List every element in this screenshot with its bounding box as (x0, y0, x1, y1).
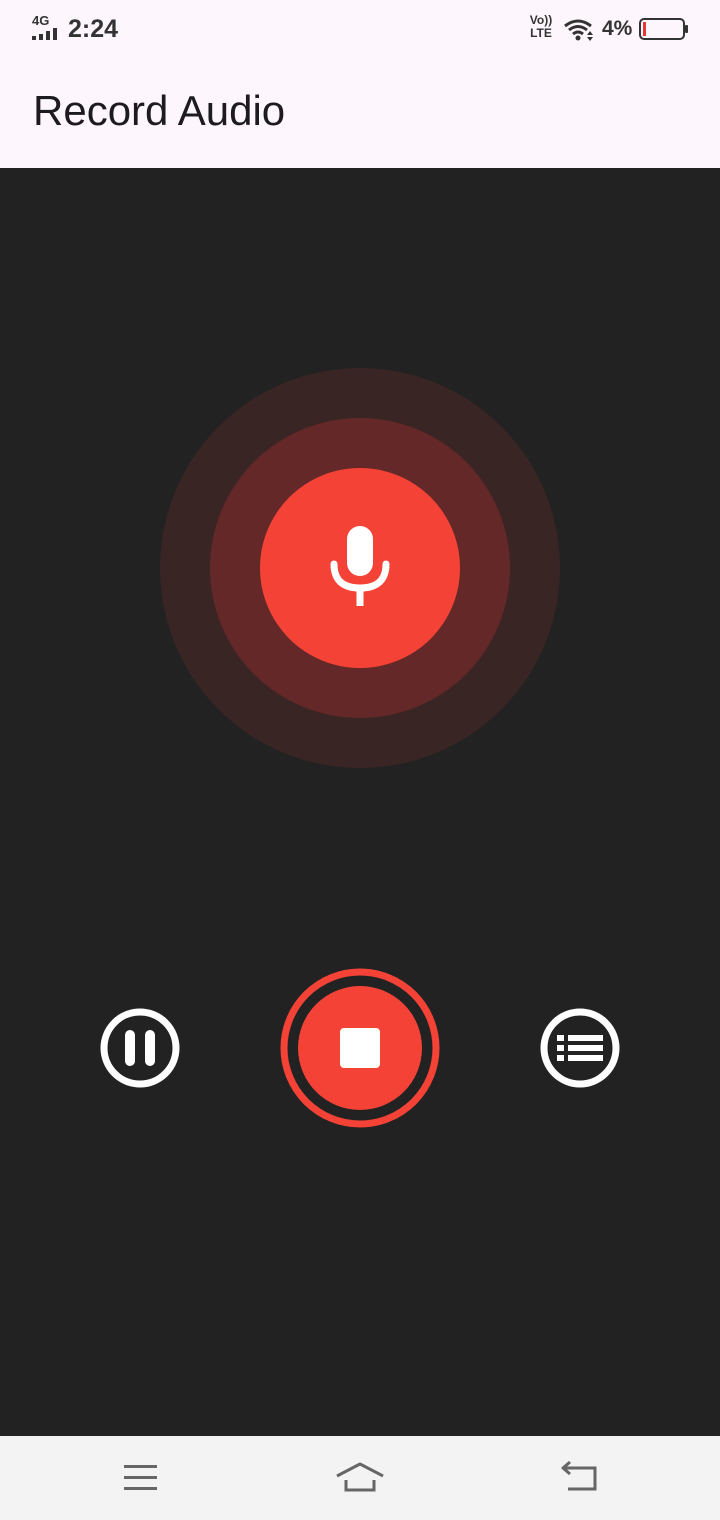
nav-back-button[interactable] (551, 1456, 607, 1500)
menu-icon (124, 1465, 157, 1490)
back-icon (561, 1460, 597, 1491)
microphone-indicator (260, 468, 460, 668)
network-indicator: 4G (32, 14, 62, 40)
pause-button[interactable] (100, 1008, 180, 1088)
status-bar: 4G 2:24 Vo)) LTE 4% (0, 0, 720, 58)
status-time: 2:24 (68, 15, 119, 43)
home-icon (336, 1462, 384, 1492)
app-bar: Record Audio (0, 58, 720, 168)
screen: 4G 2:24 Vo)) LTE 4% Record Audio (0, 0, 720, 1520)
battery-icon (639, 18, 688, 40)
signal-icon (32, 28, 57, 40)
network-type-label: 4G (32, 13, 50, 28)
volte-bottom-label: LTE (530, 26, 552, 40)
stop-icon (280, 968, 440, 1128)
nav-home-button[interactable] (332, 1456, 388, 1500)
nav-menu-button[interactable] (112, 1456, 168, 1500)
system-nav-bar (0, 1436, 720, 1520)
wifi-icon (564, 19, 593, 41)
page-title: Record Audio (33, 87, 286, 134)
volte-indicator: Vo)) LTE (527, 14, 555, 42)
pause-icon (100, 1008, 180, 1088)
battery-percent: 4% (602, 17, 633, 40)
microphone-icon (330, 526, 390, 606)
list-icon (540, 1008, 620, 1088)
stop-button[interactable] (280, 968, 440, 1128)
recordings-list-button[interactable] (540, 1008, 620, 1088)
